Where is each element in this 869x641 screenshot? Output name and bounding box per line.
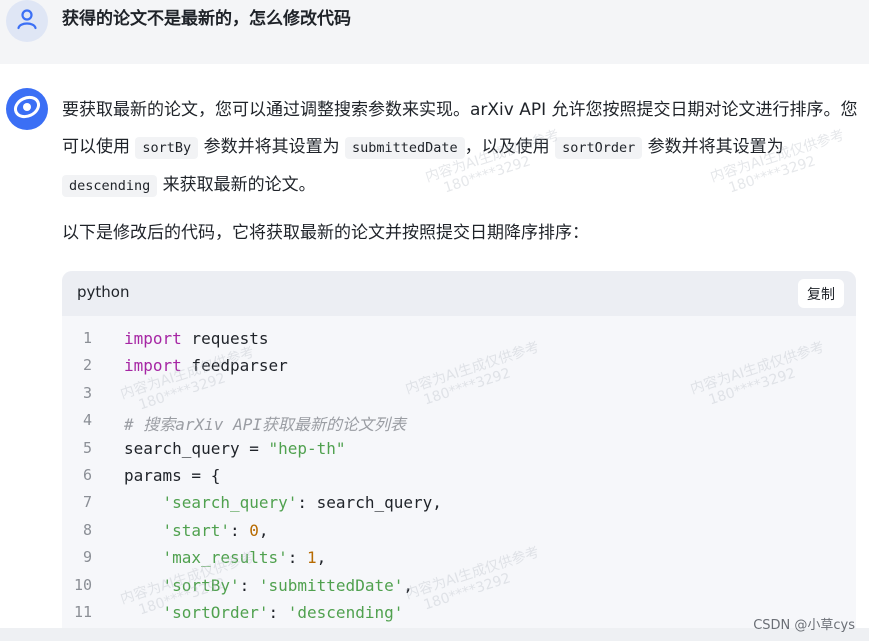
code-token: import bbox=[124, 329, 182, 348]
code-token: 'sortBy' bbox=[162, 575, 240, 595]
code-line: 8 'start': 0, bbox=[62, 521, 856, 548]
line-number: 6 bbox=[82, 465, 92, 484]
assistant-logo-icon bbox=[12, 92, 42, 126]
code-token: : bbox=[239, 575, 259, 595]
assistant-answer: 要获取最新的论文，您可以通过调整搜索参数来实现。arXiv API 允许您按照提… bbox=[62, 92, 862, 205]
code-token: feedparser bbox=[181, 356, 288, 376]
code-token: params = { bbox=[124, 465, 221, 485]
assistant-avatar bbox=[6, 88, 48, 130]
code-token: "hep-th" bbox=[268, 438, 346, 458]
user-icon bbox=[15, 7, 39, 35]
copy-button[interactable]: 复制 bbox=[798, 279, 844, 308]
code-token: 'sortOrder' bbox=[162, 602, 269, 622]
code-text: 'max_results': 1, bbox=[124, 548, 327, 568]
code-language-label: python bbox=[77, 283, 130, 301]
code-body: 1 import requests 2 import feedparser 3 4 # 搜索… bbox=[62, 329, 856, 630]
code-token: : bbox=[268, 602, 288, 622]
code-token: 1 bbox=[307, 548, 317, 568]
code-token: 'search_query' bbox=[162, 493, 298, 513]
csdn-credit: CSDN @小草cys bbox=[753, 618, 855, 633]
code-token: 'start' bbox=[162, 520, 230, 540]
code-line: 1 import requests bbox=[62, 329, 856, 356]
bottom-bar bbox=[0, 628, 869, 641]
line-number: 9 bbox=[82, 548, 92, 567]
code-token: : bbox=[287, 548, 308, 568]
code-text: import requests bbox=[124, 329, 269, 348]
inline-code-sortorder: sortOrder bbox=[555, 137, 643, 159]
code-line: 2 import feedparser bbox=[62, 356, 856, 383]
code-token: : bbox=[229, 520, 250, 540]
code-text: import feedparser bbox=[124, 356, 288, 375]
code-token: , bbox=[258, 520, 269, 540]
code-token: 'submittedDate' bbox=[258, 575, 404, 595]
code-token: , bbox=[316, 548, 327, 568]
code-line: 5 search_query = "hep-th" bbox=[62, 439, 856, 466]
code-text: 'start': 0, bbox=[124, 521, 269, 540]
answer-text: 参数并将其设置为 bbox=[642, 137, 784, 157]
answer-text: ，以及使用 bbox=[464, 137, 556, 157]
code-text: params = { bbox=[124, 466, 220, 485]
answer-text: 参数并将其设置为 bbox=[198, 137, 345, 157]
code-token: 'max_results' bbox=[162, 548, 288, 568]
code-line: 11 'sortOrder': 'descending' bbox=[62, 603, 856, 630]
inline-code-descending: descending bbox=[62, 175, 158, 197]
line-number: 3 bbox=[82, 383, 92, 402]
code-token: search_query = bbox=[124, 438, 269, 458]
line-number: 4 bbox=[82, 411, 92, 430]
code-line: 6 params = { bbox=[62, 466, 856, 493]
inline-code-submitteddate: submittedDate bbox=[345, 137, 465, 159]
code-text: 'sortBy': 'submittedDate', bbox=[124, 576, 413, 595]
answer-text: 来获取最新的论文。 bbox=[157, 175, 316, 195]
user-message-row: 获得的论文不是最新的，怎么修改代码 bbox=[0, 0, 869, 64]
line-number: 10 bbox=[73, 575, 92, 594]
line-number: 5 bbox=[82, 438, 92, 457]
code-line: 7 'search_query': search_query, bbox=[62, 493, 856, 520]
code-header: python 复制 bbox=[62, 271, 856, 316]
code-text: # 搜索arXiv API获取最新的论文列表 bbox=[124, 411, 406, 435]
code-token: , bbox=[403, 575, 413, 595]
code-line: 3 bbox=[62, 384, 856, 411]
code-intro-text: 以下是修改后的代码，它将获取最新的论文并按照提交日期降序排序： bbox=[62, 223, 589, 243]
line-number: 8 bbox=[82, 520, 92, 539]
code-text: 'search_query': search_query, bbox=[124, 493, 442, 512]
inline-code-sortby: sortBy bbox=[135, 137, 199, 159]
code-text: 'sortOrder': 'descending' bbox=[124, 602, 404, 622]
answer-paragraph: 要获取最新的论文，您可以通过调整搜索参数来实现。arXiv API 允许您按照提… bbox=[62, 92, 862, 205]
user-question: 获得的论文不是最新的，怎么修改代码 bbox=[62, 9, 351, 29]
line-number: 11 bbox=[73, 602, 92, 621]
code-line: 10 'sortBy': 'submittedDate', bbox=[62, 576, 856, 603]
code-block: python 复制 1 import requests 2 import feedpa… bbox=[62, 271, 856, 641]
user-avatar bbox=[6, 0, 48, 42]
code-token: import bbox=[124, 356, 182, 376]
code-token: requests bbox=[181, 329, 269, 348]
code-text: search_query = "hep-th" bbox=[124, 439, 346, 458]
code-token: : search_query, bbox=[297, 493, 442, 513]
line-number: 1 bbox=[82, 329, 92, 347]
code-line: 4 # 搜索arXiv API获取最新的论文列表 bbox=[62, 411, 856, 438]
code-token: 'descending' bbox=[287, 602, 404, 622]
line-number: 2 bbox=[82, 356, 92, 375]
code-token: 0 bbox=[249, 520, 259, 540]
code-token: # 搜索arXiv API获取最新的论文列表 bbox=[124, 415, 406, 435]
line-number: 7 bbox=[82, 493, 92, 512]
code-line: 9 'max_results': 1, bbox=[62, 548, 856, 575]
